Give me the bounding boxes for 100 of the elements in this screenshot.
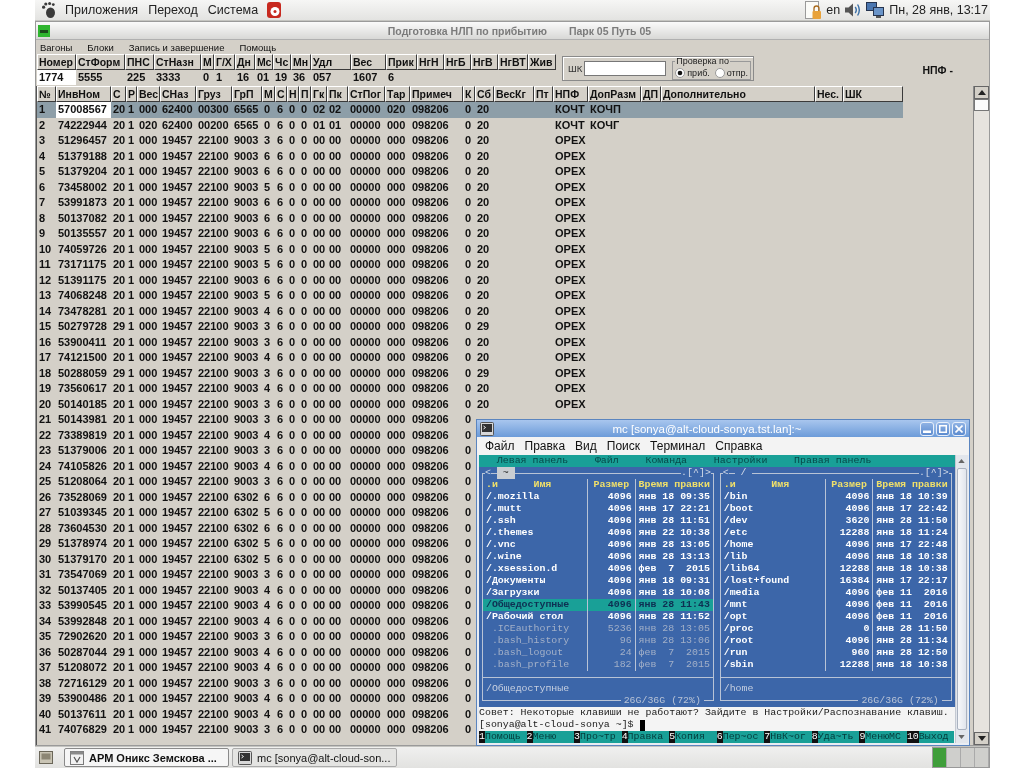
column-header[interactable]: Дополнительно <box>661 86 815 102</box>
column-header[interactable]: Гк <box>311 86 327 102</box>
menu-item[interactable]: Терминал <box>645 439 711 453</box>
menu-item[interactable]: Переход <box>143 3 203 17</box>
column-header[interactable]: Пк <box>327 86 348 102</box>
file-row[interactable]: /lib 4096 янв 18 10:38 <box>720 551 951 563</box>
menu-item[interactable]: Запись и завершение <box>128 41 225 53</box>
file-row[interactable]: /.xsession.d 4096 фев 7 2015 <box>482 563 713 575</box>
column-header[interactable]: Имя <box>771 479 790 491</box>
file-row[interactable]: /opt 4096 фев 11 2016 <box>720 611 951 623</box>
file-row[interactable]: /Рабочий стол 4096 янв 28 11:52 <box>482 611 713 623</box>
table-row[interactable]: 1 57008567 20 1 000 62400 00300 6565 0 6 0 0 02 02 00000 020 098206 0 20 КОЧТ КОЧП <box>37 102 903 118</box>
input-field[interactable]: 16 <box>235 70 255 85</box>
file-row[interactable]: /.themes 4096 янв 22 10:38 <box>482 527 713 539</box>
column-header[interactable]: Груз <box>196 86 232 102</box>
file-row[interactable]: /dev 3620 янв 28 11:50 <box>720 515 951 527</box>
close-button[interactable] <box>952 421 966 436</box>
table-row[interactable]: 22 73389819 20 1 000 19457 22100 9003 4 6 0 0 00 00 00000 000 098206 0 <box>37 427 475 443</box>
table-row[interactable]: 21 50143981 20 1 000 19457 22100 9003 3 6 0 0 00 00 00000 000 098206 0 <box>37 412 475 428</box>
scrollbar-thumb[interactable] <box>974 99 989 111</box>
volume-icon[interactable] <box>845 3 862 17</box>
file-row[interactable]: /bin 4096 янв 18 10:39 <box>720 491 951 503</box>
column-header[interactable]: Пт <box>534 86 553 102</box>
table-row[interactable]: 27 51039345 20 1 000 19457 22100 6302 5 6 0 0 00 00 00000 000 098206 0 <box>37 505 475 521</box>
menu-item[interactable]: Приложения <box>60 3 144 17</box>
network-icon[interactable] <box>866 2 885 18</box>
file-row[interactable]: /.ssh 4096 янв 28 11:51 <box>482 515 713 527</box>
radio-icon[interactable] <box>675 67 686 78</box>
input-field[interactable]: 5555 <box>76 70 125 85</box>
table-row[interactable]: 38 72716129 20 1 000 19457 22100 9003 3 6 0 0 00 00 00000 000 098206 0 <box>37 675 475 691</box>
column-header[interactable]: М <box>262 86 275 102</box>
table-row[interactable]: 41 74076829 20 1 000 19457 22100 9003 3 6 0 0 00 00 00000 000 098206 0 <box>37 722 475 738</box>
table-row[interactable]: 23 51379006 20 1 000 19457 22100 9003 3 6 0 0 00 00 00000 000 098206 0 <box>37 443 475 459</box>
table-row[interactable]: 36 50287044 29 1 000 19457 22100 9003 4 6 0 0 00 00 00000 000 098206 0 <box>37 644 475 660</box>
table-row[interactable]: 30 51379170 20 1 000 19457 22100 6302 5 6 0 0 00 00 00000 000 098206 0 <box>37 551 475 567</box>
file-row[interactable]: /boot 4096 янв 17 22:42 <box>720 503 951 515</box>
input-field[interactable]: 225 <box>125 70 154 85</box>
table-row[interactable]: 17 74121500 20 1 000 19457 22100 9003 4 6 0 0 00 00 00000 000 098206 0 20 ОРЕХ <box>37 350 588 366</box>
table-row[interactable]: 10 74059726 20 1 000 19457 22100 9003 5 6 0 0 00 00 00000 000 098206 0 20 ОРЕХ <box>37 241 588 257</box>
table-row[interactable]: 13 74068248 20 1 000 19457 22100 9003 5 6 0 0 00 00 00000 000 098206 0 20 ОРЕХ <box>37 288 588 304</box>
input-field[interactable]: 19 <box>273 70 291 85</box>
file-row[interactable]: /sbin 12288 янв 18 10:38 <box>720 659 951 671</box>
column-header[interactable]: № <box>37 86 56 102</box>
column-header[interactable]: СтПог <box>348 86 385 102</box>
table-row[interactable]: 18 50288059 29 1 000 19457 22100 9003 3 6 0 0 00 00 00000 000 098206 0 29 ОРЕХ <box>37 365 588 381</box>
table-row[interactable]: 5 51379204 20 1 000 19457 22100 9003 6 6 0 0 00 00 00000 000 098206 0 20 ОРЕХ <box>37 164 588 180</box>
table-row[interactable]: 8 50137082 20 1 000 19457 22100 9003 6 6 0 0 00 00 00000 000 098206 0 20 ОРЕХ <box>37 210 588 226</box>
terminal-icon[interactable] <box>480 421 494 436</box>
minimize-button[interactable] <box>920 421 934 436</box>
column-header[interactable]: Сб <box>475 86 494 102</box>
column-header[interactable]: Примеч <box>410 86 463 102</box>
scrollbar-thumb[interactable] <box>956 468 967 730</box>
column-header[interactable]: С <box>275 86 287 102</box>
file-row[interactable]: /lib64 12288 янв 18 10:38 <box>720 563 951 575</box>
file-row[interactable]: /media 4096 фев 11 2016 <box>720 587 951 599</box>
column-header[interactable]: П <box>299 86 311 102</box>
column-header[interactable]: Нес. <box>815 86 843 102</box>
table-row[interactable]: 20 50140185 20 1 000 19457 22100 9003 3 6 0 0 00 00 00000 000 098206 0 20 ОРЕХ <box>37 396 588 412</box>
table-row[interactable]: 25 51208064 20 1 000 19457 22100 9003 3 6 0 0 00 00 00000 000 098206 0 <box>37 474 475 490</box>
locked-document-icon[interactable] <box>805 1 822 19</box>
table-row[interactable]: 3 51296457 20 1 000 19457 22100 9003 3 6 0 0 00 00 00000 000 098206 0 20 ОРЕХ <box>37 133 588 149</box>
table-row[interactable]: 16 53900411 20 1 000 19457 22100 9003 3 6 0 0 00 00 00000 000 098206 0 20 ОРЕХ <box>37 334 588 350</box>
table-row[interactable]: 15 50279728 29 1 000 19457 22100 9003 3 6 0 0 00 00 00000 000 098206 0 29 ОРЕХ <box>37 319 588 335</box>
column-header[interactable]: ДопРазм <box>588 86 641 102</box>
input-field[interactable]: 0 <box>201 70 214 85</box>
file-row[interactable]: /run 960 янв 28 12:50 <box>720 647 951 659</box>
input-field[interactable]: 3333 <box>154 70 201 85</box>
panel-nav-controls[interactable]: .[^]> <box>681 467 711 479</box>
table-row[interactable]: 40 50137611 20 1 000 19457 22100 9003 4 6 0 0 00 00 00000 000 098206 0 <box>37 706 475 722</box>
menu-item[interactable]: Справка <box>710 439 768 453</box>
column-header[interactable]: Время правки <box>872 479 951 491</box>
radio-icon[interactable] <box>714 67 725 78</box>
menu-item[interactable]: Файл <box>480 439 520 453</box>
input-field[interactable]: 1 <box>214 70 235 85</box>
input-field[interactable]: 36 <box>291 70 311 85</box>
window-icon[interactable] <box>38 24 50 37</box>
foot-icon[interactable] <box>42 2 56 18</box>
keyboard-layout-indicator[interactable]: en <box>826 3 841 17</box>
table-row[interactable]: 34 53992848 20 1 000 19457 22100 9003 4 6 0 0 00 00 00000 000 098206 0 <box>37 613 475 629</box>
column-header[interactable]: ГрП <box>232 86 262 102</box>
table-row[interactable]: 28 73604530 20 1 000 19457 22100 6302 6 6 0 0 00 00 00000 000 098206 0 <box>37 520 475 536</box>
column-header[interactable]: С <box>111 86 126 102</box>
scroll-down-button[interactable] <box>974 732 989 745</box>
table-row[interactable]: 6 73458002 20 1 000 19457 22100 9003 5 6 0 0 00 00 00000 000 098206 0 20 ОРЕХ <box>37 179 588 195</box>
table-row[interactable]: 7 53991873 20 1 000 19457 22100 9003 6 6 0 0 00 00 00000 000 098206 0 20 ОРЕХ <box>37 195 588 211</box>
panel-nav-controls[interactable]: .[^]> <box>918 467 949 479</box>
menu-item[interactable]: Помощь <box>239 41 277 53</box>
table-row[interactable]: 11 73171175 20 1 000 19457 22100 9003 5 6 0 0 00 00 00000 000 098206 0 20 ОРЕХ <box>37 257 588 273</box>
table-row[interactable]: 9 50135557 20 1 000 19457 22100 9003 6 6 0 0 00 00 00000 000 098206 0 20 ОРЕХ <box>37 226 588 242</box>
table-row[interactable]: 29 51378974 20 1 000 19457 22100 6302 5 6 0 0 00 00 00000 000 098206 0 <box>37 536 475 552</box>
column-header[interactable]: Имя <box>533 479 552 491</box>
input-field[interactable] <box>584 61 667 76</box>
file-row[interactable]: /proc 0 янв 28 11:50 <box>720 623 951 635</box>
menu-item[interactable]: Правка <box>519 439 571 453</box>
column-header[interactable]: Размер <box>587 479 635 491</box>
column-header[interactable]: НПФ <box>553 86 588 102</box>
table-row[interactable]: 35 72902620 20 1 000 19457 22100 9003 3 6 0 0 00 00 00000 000 098206 0 <box>37 629 475 645</box>
radio-option[interactable]: отпр. <box>714 67 749 78</box>
column-header[interactable]: .и <box>723 479 736 491</box>
table-row[interactable]: 33 53990545 20 1 000 19457 22100 9003 4 6 0 0 00 00 00000 000 098206 0 <box>37 598 475 614</box>
